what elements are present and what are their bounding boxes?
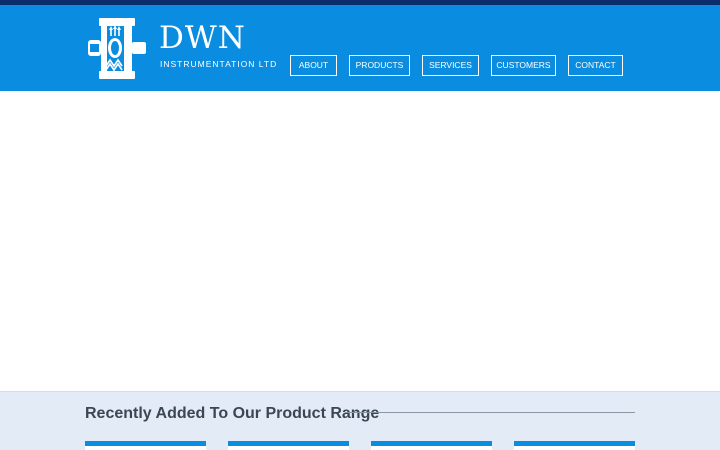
section-title: Recently Added To Our Product Range bbox=[85, 405, 380, 422]
nav-products-button[interactable]: PRODUCTS bbox=[349, 55, 410, 76]
hero-area bbox=[0, 91, 720, 391]
nav-customers-button[interactable]: CUSTOMERS bbox=[491, 55, 556, 76]
brand-name: DWN bbox=[159, 20, 246, 56]
product-card[interactable] bbox=[85, 441, 206, 450]
brand-subtitle: INSTRUMENTATION LTD bbox=[160, 59, 278, 69]
recent-products-section: Recently Added To Our Product Range bbox=[0, 391, 720, 450]
product-card[interactable] bbox=[514, 441, 635, 450]
nav-contact-button[interactable]: CONTACT bbox=[568, 55, 623, 76]
nav-about-button[interactable]: ABOUT bbox=[290, 55, 337, 76]
site-logo-link[interactable]: DWN INSTRUMENTATION LTD bbox=[86, 16, 276, 82]
site-header: DWN INSTRUMENTATION LTD ABOUT PRODUCTS S… bbox=[0, 5, 720, 91]
nav-services-button[interactable]: SERVICES bbox=[422, 55, 479, 76]
product-card[interactable] bbox=[371, 441, 492, 450]
title-divider bbox=[345, 412, 635, 413]
product-card[interactable] bbox=[228, 441, 349, 450]
instrumentation-valve-logo-icon bbox=[88, 18, 146, 79]
